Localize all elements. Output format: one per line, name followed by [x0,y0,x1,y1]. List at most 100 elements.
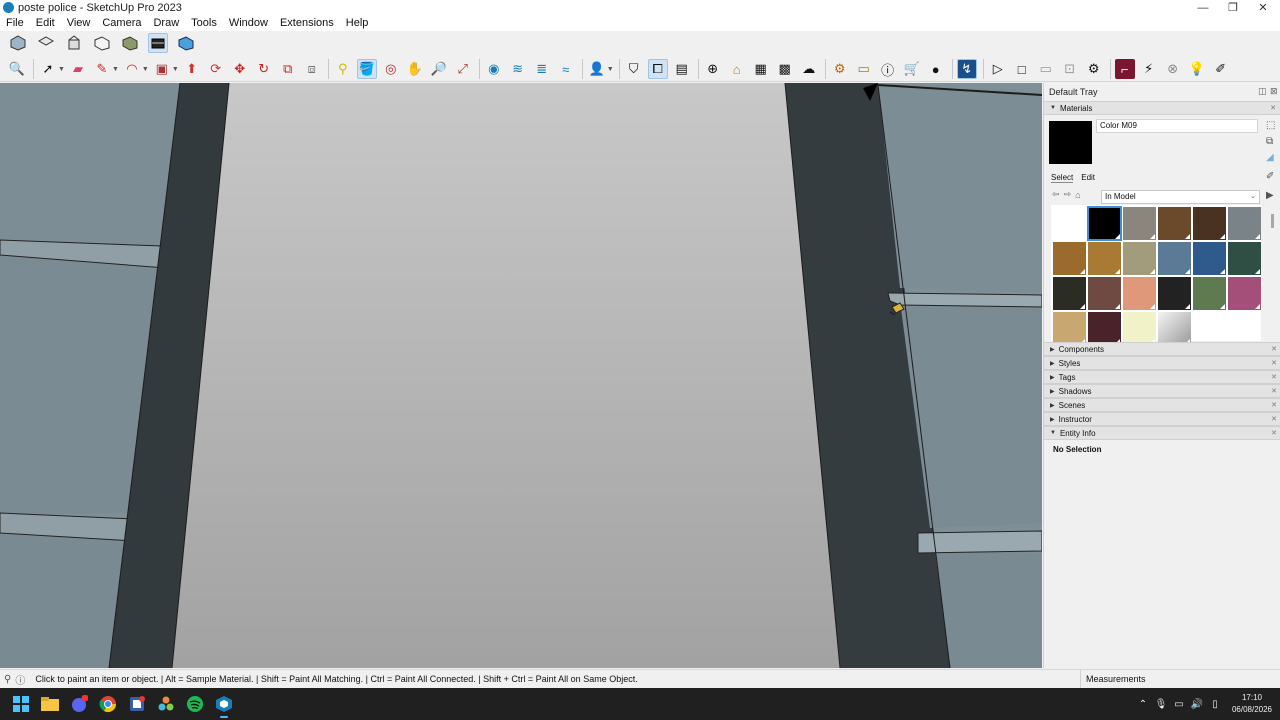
panel-tags[interactable]: ▶ Tags ✕ [1044,370,1280,384]
chrome-icon[interactable] [93,688,122,720]
panel-styles[interactable]: ▶ Styles ✕ [1044,356,1280,370]
panel-scenes[interactable]: ▶ Scenes ✕ [1044,398,1280,412]
material-name-field[interactable]: Color M09 [1096,119,1258,133]
modeling-viewport[interactable] [0,83,1042,668]
top-view-icon[interactable] [36,33,56,53]
material-swatch[interactable] [1123,242,1156,275]
menu-window[interactable]: Window [223,17,274,29]
menu-tools[interactable]: Tools [185,17,223,29]
texture-icon[interactable]: ▩ [775,59,795,79]
select-icon[interactable]: ➚ [38,59,58,79]
davinci-icon[interactable] [151,688,180,720]
material-swatch[interactable] [1158,312,1191,345]
close-icon[interactable]: ✕ [1248,0,1278,15]
push-pull-icon[interactable]: ⬆ [182,59,202,79]
close-icon[interactable]: ✕ [1271,429,1277,437]
close-icon[interactable]: ✕ [1271,401,1277,409]
material-swatch[interactable] [1228,242,1261,275]
close-icon[interactable]: ✕ [1271,415,1277,423]
menu-file[interactable]: File [0,17,30,29]
left-view-icon[interactable] [148,33,168,53]
app-icon[interactable] [122,688,151,720]
panel-entity-info[interactable]: ▼ Entity Info ✕ [1044,426,1280,440]
pencil-icon[interactable]: ✎ [92,59,112,79]
material-swatch[interactable] [1158,242,1191,275]
menu-extensions[interactable]: Extensions [274,17,340,29]
paint-bucket-icon[interactable]: 🪣 [356,59,377,79]
materials-panel-header[interactable]: ▼ Materials ✕ [1044,101,1280,115]
material-swatch[interactable] [1088,312,1121,345]
close-icon[interactable]: ✕ [1271,373,1277,381]
material-swatch[interactable] [1123,277,1156,310]
material-swatch[interactable] [1053,207,1086,240]
sample-paint-icon[interactable]: ✐ [1266,171,1274,182]
right-view-icon[interactable] [92,33,112,53]
move-icon[interactable]: ✥ [230,59,250,79]
menu-edit[interactable]: Edit [30,17,61,29]
battery-icon[interactable]: ▯ [1206,699,1224,710]
windows-start-icon[interactable] [6,688,35,720]
menu-camera[interactable]: Camera [96,17,147,29]
spotify-icon[interactable] [180,688,209,720]
bottom-view-icon[interactable] [176,33,196,53]
library-select[interactable]: In Model ⌄ [1101,190,1260,204]
layout-icon[interactable]: ▤ [672,59,692,79]
pan-icon[interactable]: ✋ [405,59,425,79]
cancel-circle-icon[interactable]: ⊗ [1163,59,1183,79]
material-swatch[interactable] [1123,207,1156,240]
extension-warehouse-icon[interactable]: ▦ [751,59,771,79]
camera-icon[interactable]: ▭ [1036,59,1056,79]
arc-icon[interactable]: ◠ [122,59,142,79]
material-swatch[interactable] [1088,277,1121,310]
lightning-icon[interactable]: ⚡ [1139,59,1159,79]
user-icon[interactable]: ● [926,59,946,79]
home-icon[interactable]: ⌂ [1075,190,1080,200]
rotate-icon[interactable]: ↻ [254,59,274,79]
create-material-icon[interactable]: ⧉ [1266,136,1273,147]
network-icon[interactable]: ▭ [1170,699,1188,710]
close-icon[interactable]: ✕ [1271,359,1277,367]
front-view-icon[interactable] [64,33,84,53]
scale-icon[interactable]: ⧉ [278,59,298,79]
pin-icon[interactable]: ◫ [1258,86,1267,97]
panel-instructor[interactable]: ▶ Instructor ✕ [1044,412,1280,426]
microphone-icon[interactable]: 🎙 [1152,699,1170,710]
stack-icon[interactable]: ≣ [532,59,552,79]
chevron-up-icon[interactable]: ⌃ [1134,699,1152,710]
folder-icon[interactable]: ▭ [854,59,874,79]
lightbulb-icon[interactable]: 💡 [1187,59,1207,79]
material-swatch[interactable] [1193,277,1226,310]
sketchup-extension-icon[interactable]: ↯ [956,59,977,79]
measurements-box[interactable]: Measurements [1080,670,1280,689]
close-icon[interactable]: ✕ [1270,104,1276,112]
tab-select[interactable]: Select [1051,173,1074,183]
material-swatch[interactable] [1228,207,1261,240]
default-material-icon[interactable]: ◢ [1266,152,1274,163]
video-icon[interactable]: ⊡ [1060,59,1080,79]
zoom-window-icon[interactable]: ⤢ [453,59,473,79]
swatch-scrollbar[interactable] [1270,207,1275,341]
file-explorer-icon[interactable] [35,688,64,720]
play-icon[interactable]: ▷ [988,59,1008,79]
panel-components[interactable]: ▶ Components ✕ [1044,342,1280,356]
geolocation-icon[interactable]: ⚲ [4,674,11,685]
outer-shell-icon[interactable]: ⧠ [647,59,668,79]
section-plane-icon[interactable]: ◉ [484,59,504,79]
menu-draw[interactable]: Draw [147,17,185,29]
shop-icon[interactable]: 🛒 [902,59,922,79]
material-swatch[interactable] [1053,277,1086,310]
offset-icon[interactable]: ⧈ [302,59,322,79]
material-swatch[interactable] [1158,207,1191,240]
stop-icon[interactable]: □ [1012,59,1032,79]
material-swatch[interactable] [1087,206,1122,241]
sandbox-icon[interactable]: ≈ [556,59,576,79]
material-swatch[interactable] [1053,312,1086,345]
panel-shadows[interactable]: ▶ Shadows ✕ [1044,384,1280,398]
extension-manager-icon[interactable]: ⚙ [830,59,850,79]
scroll-thumb[interactable] [1271,214,1274,228]
close-icon[interactable]: ✕ [1271,345,1277,353]
material-swatch[interactable] [1158,277,1191,310]
material-swatch[interactable] [1123,312,1156,345]
close-icon[interactable]: ⊠ [1270,86,1278,97]
menu-view[interactable]: View [61,17,97,29]
